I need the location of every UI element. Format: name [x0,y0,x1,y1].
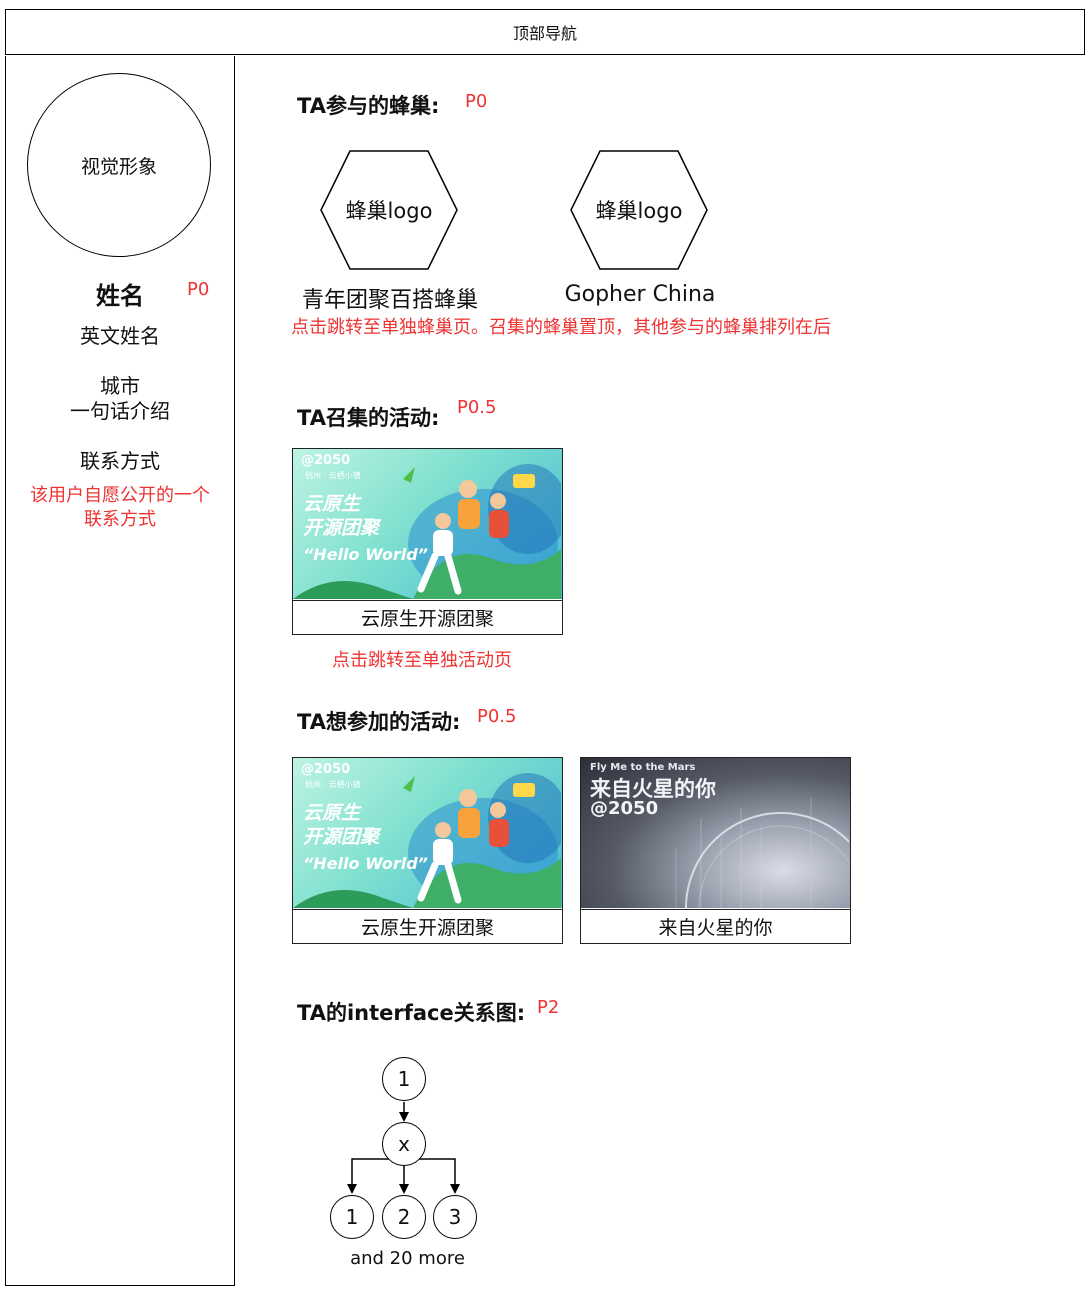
graph-node-label: x [398,1132,410,1156]
contact-method[interactable]: 联系方式 [20,445,220,474]
poster-title-line2: 开源团聚 [303,517,380,539]
graph-node-x[interactable]: x [382,1122,426,1166]
hive-logo-2[interactable]: 蜂巢logo [570,150,708,270]
hive-name-1[interactable]: 青年团聚百搭蜂巢 [280,282,500,314]
activity-card-mars[interactable]: Fly Me to the Mars 来自火星的你 @2050 来自火星的你 [580,757,851,944]
graph-node-child-1[interactable]: 1 [330,1195,374,1239]
hosted-priority-tag: P0.5 [457,397,497,418]
name-priority-tag: P0 [187,279,210,300]
wanted-section-title: TA想参加的活动: [297,710,461,734]
graph-section-title: TA的interface关系图: [297,1001,526,1025]
activity-caption: 云原生开源团聚 [293,600,562,634]
graph-node-label: 1 [397,1067,411,1091]
contact-note-line1: 该用户自愿公开的一个 [30,485,210,506]
poster-tagline: “Hello World” [303,545,428,564]
graph-node-child-3[interactable]: 3 [433,1195,477,1239]
hive-logo-1[interactable]: 蜂巢logo [320,150,458,270]
poster-brand: @2050 [301,453,351,468]
hive-name-2[interactable]: Gopher China [540,282,740,307]
graph-node-label: 2 [397,1205,411,1229]
top-navigation-label: 顶部导航 [512,24,577,43]
activity-poster: Fly Me to the Mars 来自火星的你 @2050 [581,758,850,908]
graph-node-label: 3 [448,1205,462,1229]
hive-logo-text: 蜂巢logo [345,199,433,223]
english-name: 英文姓名 [80,324,160,348]
activity-poster: @2050 杭州 · 云栖小镇 云原生 开源团聚 “Hello World” [293,758,562,908]
hives-section-title: TA参与的蜂巢: [297,94,440,118]
avatar[interactable]: 视觉形象 [27,73,211,257]
hosted-note: 点击跳转至单独活动页 [332,650,512,671]
poster-title-line2: 开源团聚 [303,826,380,848]
graph-node-label: 1 [345,1205,359,1229]
hives-note: 点击跳转至单独蜂巢页。召集的蜂巢置顶，其他参与的蜂巢排列在后 [291,317,831,338]
graph-node-child-2[interactable]: 2 [382,1195,426,1239]
user-name: 姓名 [96,282,144,310]
poster-subtitle: 杭州 · 云栖小镇 [305,780,361,789]
graph-priority-tag: P2 [537,997,560,1018]
activity-caption: 来自火星的你 [581,909,850,943]
avatar-label: 视觉形象 [80,155,157,178]
activity-poster: @2050 杭州 · 云栖小镇 云原生 开源团聚 “Hello World” [293,449,562,599]
hives-priority-tag: P0 [465,91,488,112]
top-navigation[interactable]: 顶部导航 [5,9,1085,55]
activity-card-cloud-native[interactable]: @2050 杭州 · 云栖小镇 云原生 开源团聚 “Hello World” 云… [292,757,563,944]
one-line-intro: 一句话介绍 [70,399,170,423]
poster-subtitle: 杭州 · 云栖小镇 [305,471,361,480]
poster-tagline: “Hello World” [303,854,428,873]
poster-title-line2: @2050 [590,798,659,819]
graph-node-root[interactable]: 1 [382,1057,426,1101]
poster-title-line1: 云原生 [303,802,361,824]
poster-title-line1: 云原生 [303,493,361,515]
hosted-section-title: TA召集的活动: [297,406,440,430]
poster-brand: @2050 [301,762,351,777]
wanted-priority-tag: P0.5 [477,706,517,727]
poster-small-title: Fly Me to the Mars [590,762,696,773]
activity-card-cloud-native[interactable]: @2050 杭州 · 云栖小镇 云原生 开源团聚 “Hello World” 云… [292,448,563,635]
contact-note-line2: 联系方式 [84,509,156,530]
hive-logo-text: 蜂巢logo [595,199,683,223]
activity-caption: 云原生开源团聚 [293,909,562,943]
graph-more-label[interactable]: and 20 more [330,1248,485,1269]
